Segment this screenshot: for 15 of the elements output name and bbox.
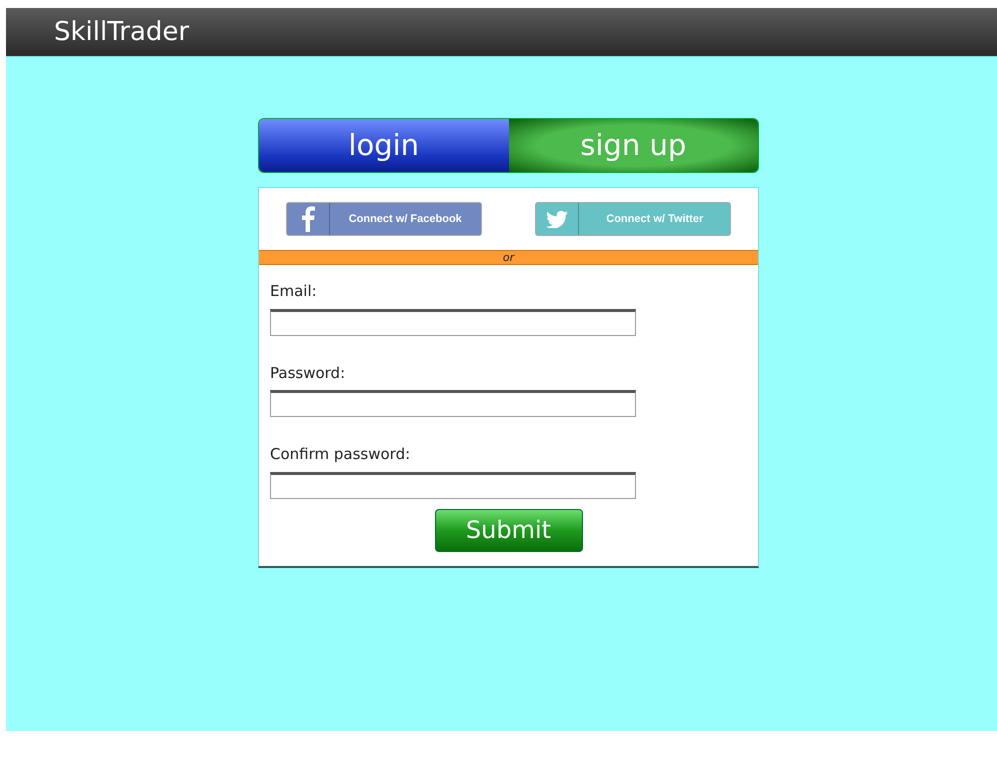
field-label: Confirm password:: [270, 444, 412, 465]
field-label: Password:: [270, 362, 346, 384]
app-title: SkillTrader: [54, 16, 190, 48]
input-field[interactable]: [270, 390, 636, 417]
bird-icon: [546, 210, 568, 228]
field-label: Email:: [270, 281, 318, 302]
tab[interactable]: sign up: [508, 119, 758, 172]
input-field[interactable]: [270, 472, 636, 498]
submit-button[interactable]: Submit: [434, 508, 582, 552]
twitter-connect-button[interactable]: Connect w/ Twitter: [535, 202, 732, 236]
or-separator: or: [259, 250, 758, 265]
tab[interactable]: login: [259, 119, 508, 172]
facebook-connect-button[interactable]: Connect w/ Facebook: [286, 202, 482, 236]
input-field[interactable]: [270, 308, 636, 336]
f-letter-icon: [300, 206, 315, 232]
